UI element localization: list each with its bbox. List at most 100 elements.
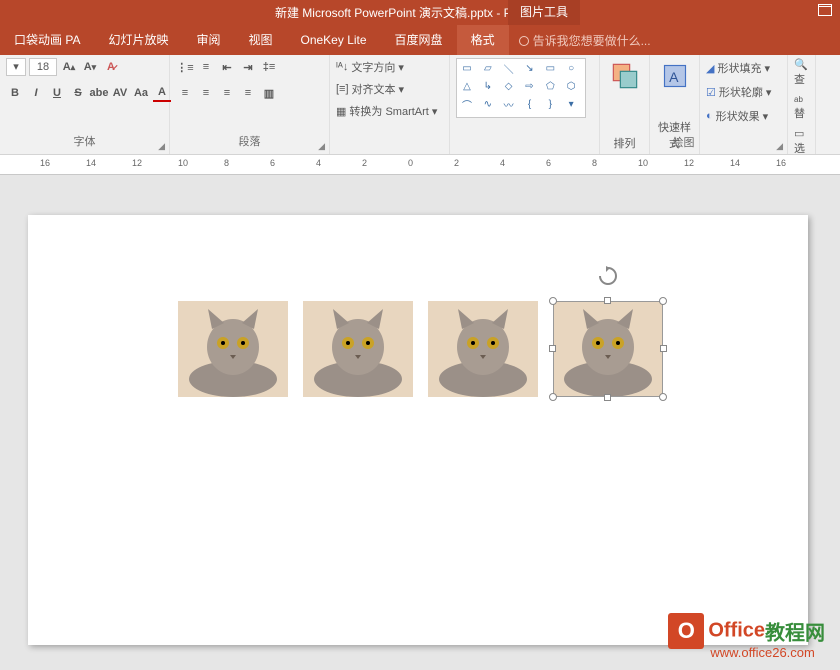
font-color-button[interactable]: A	[153, 84, 171, 102]
group-label-font: 字体	[6, 133, 163, 151]
align-left-button[interactable]: ≡	[176, 84, 194, 102]
handle-se[interactable]	[659, 393, 667, 401]
group-label-paragraph: 段落	[176, 133, 323, 151]
shape-more-icon[interactable]: ▾	[563, 98, 579, 112]
shape-connector-icon[interactable]: ↳	[480, 79, 496, 93]
strike-button[interactable]: S	[69, 84, 87, 102]
handle-nw[interactable]	[549, 297, 557, 305]
font-size-select[interactable]: 18	[29, 58, 57, 76]
shape-oval-icon[interactable]: ○	[563, 61, 579, 75]
text-direction-button[interactable]: ᴵᴬ↓文字方向 ▾	[336, 58, 404, 76]
smartart-icon: ▦	[336, 105, 346, 118]
group-paragraph: ⋮≡ ≡ ⇤ ⇥ ‡≡ ≡ ≡ ≡ ≡ ▥ 段落 ◢	[170, 55, 330, 154]
tab-format[interactable]: 格式	[457, 25, 509, 55]
shape-triangle-icon[interactable]: △	[459, 79, 475, 93]
outline-icon: ☑	[706, 86, 716, 99]
image-cat-3[interactable]	[428, 301, 538, 397]
font-family-select[interactable]: ▾	[6, 58, 26, 76]
shape-brace-r-icon[interactable]: }	[542, 98, 558, 112]
context-tool-label: 图片工具	[508, 0, 580, 25]
numbering-button[interactable]: ≡	[197, 58, 215, 76]
group-shapes: ▭ ▱ ＼ ↘ ▭ ○ △ ↳ ◇ ⇨ ⬠ ⬡ ⌒ ∿ 〰 {} ▾	[450, 55, 600, 154]
group-edit: 🔍 查 ab 替 ▭ 选 编	[788, 55, 816, 154]
italic-button[interactable]: I	[27, 84, 45, 102]
indent-dec-button[interactable]: ⇤	[218, 58, 236, 76]
shrink-font-button[interactable]: A▾	[81, 58, 99, 76]
tab-view[interactable]: 视图	[234, 25, 286, 55]
watermark: OOffice教程网 www.office26.com	[668, 613, 825, 660]
shape-diamond-icon[interactable]: ◇	[501, 79, 517, 93]
align-center-button[interactable]: ≡	[197, 84, 215, 102]
indent-inc-button[interactable]: ⇥	[239, 58, 257, 76]
paragraph-dialog-launcher[interactable]: ◢	[318, 141, 325, 152]
grow-font-button[interactable]: A▴	[60, 58, 78, 76]
group-shape-style: ◢形状填充 ▾ ☑形状轮廓 ▾ ◐形状效果 ▾ 绘图 ◢	[700, 55, 788, 154]
shape-pentagon-icon[interactable]: ⬠	[542, 79, 558, 93]
ribbon-tabs: 图片工具 口袋动画 PA 幻灯片放映 审阅 视图 OneKey Lite 百度网…	[0, 25, 840, 55]
handle-w[interactable]	[549, 345, 556, 352]
justify-button[interactable]: ≡	[239, 84, 257, 102]
shape-hex-icon[interactable]: ⬡	[563, 79, 579, 93]
shape-linearrow-icon[interactable]: ↘	[522, 61, 538, 75]
canvas-area[interactable]: OOffice教程网 www.office26.com	[0, 175, 840, 670]
selection-box[interactable]	[553, 301, 663, 397]
shape-effects-button[interactable]: ◐形状效果 ▾	[706, 106, 768, 126]
spacing-button[interactable]: AV	[111, 84, 129, 102]
clear-format-button[interactable]: A̷	[102, 58, 120, 76]
group-font: ▾ 18 A▴ A▾ A̷ B I U S abe AV Aa A 字体 ◢	[0, 55, 170, 154]
find-button[interactable]: 🔍 查	[794, 58, 809, 87]
shape-outline-button[interactable]: ☑形状轮廓 ▾	[706, 82, 771, 102]
select-button[interactable]: ▭ 选	[794, 127, 809, 156]
shape-arc-icon[interactable]: ∿	[480, 98, 496, 112]
image-cat-2[interactable]	[303, 301, 413, 397]
horizontal-ruler[interactable]: 16 14 12 10 8 6 4 2 0 2 4 6 8 10 12 14 1…	[0, 155, 840, 175]
shape-fill-button[interactable]: ◢形状填充 ▾	[706, 58, 770, 78]
handle-e[interactable]	[660, 345, 667, 352]
shape-wave-icon[interactable]: 〰	[501, 98, 517, 112]
handle-s[interactable]	[604, 394, 611, 401]
shape-arrow-icon[interactable]: ⇨	[522, 79, 538, 93]
tell-me[interactable]: 告诉我您想要做什么...	[519, 32, 651, 49]
shape-picture-icon[interactable]: ▱	[480, 61, 496, 75]
handle-ne[interactable]	[659, 297, 667, 305]
shadow-button[interactable]: abe	[90, 84, 108, 102]
replace-button[interactable]: ab 替	[794, 93, 809, 121]
shape-rect-icon[interactable]: ▭	[542, 61, 558, 75]
title-bar: 新建 Microsoft PowerPoint 演示文稿.pptx - Powe…	[0, 0, 840, 25]
shape-curve-icon[interactable]: ⌒	[459, 98, 475, 112]
image-cat-1[interactable]	[178, 301, 288, 397]
svg-text:A: A	[669, 69, 679, 85]
tab-baidu[interactable]: 百度网盘	[381, 25, 457, 55]
maximize-icon[interactable]	[818, 4, 832, 16]
shape-brace-l-icon[interactable]: {	[522, 98, 538, 112]
watermark-logo-icon: O	[668, 613, 704, 649]
group-label-draw: 绘图	[580, 134, 787, 152]
shape-textbox-icon[interactable]: ▭	[459, 61, 475, 75]
handle-n[interactable]	[604, 297, 611, 304]
case-button[interactable]: Aa	[132, 84, 150, 102]
handle-sw[interactable]	[549, 393, 557, 401]
draw-dialog-launcher[interactable]: ◢	[776, 141, 783, 152]
tab-slideshow[interactable]: 幻灯片放映	[94, 25, 182, 55]
text-direction-icon: ᴵᴬ↓	[336, 61, 348, 73]
underline-button[interactable]: U	[48, 84, 66, 102]
shapes-gallery[interactable]: ▭ ▱ ＼ ↘ ▭ ○ △ ↳ ◇ ⇨ ⬠ ⬡ ⌒ ∿ 〰 {} ▾	[456, 58, 586, 118]
effects-icon: ◐	[706, 110, 713, 122]
fill-icon: ◢	[706, 62, 714, 75]
rotate-handle[interactable]	[598, 266, 618, 286]
align-right-button[interactable]: ≡	[218, 84, 236, 102]
columns-button[interactable]: ▥	[260, 84, 278, 102]
line-spacing-button[interactable]: ‡≡	[260, 58, 278, 76]
tab-onekey[interactable]: OneKey Lite	[287, 25, 381, 55]
group-text-options: ᴵᴬ↓文字方向 ▾ [≡]对齐文本 ▾ ▦转换为 SmartArt ▾	[330, 55, 450, 154]
convert-smartart-button[interactable]: ▦转换为 SmartArt ▾	[336, 102, 437, 120]
tab-pocket-anim[interactable]: 口袋动画 PA	[0, 25, 94, 55]
shape-line-icon[interactable]: ＼	[501, 61, 517, 75]
bullets-button[interactable]: ⋮≡	[176, 58, 194, 76]
font-dialog-launcher[interactable]: ◢	[158, 141, 165, 152]
bold-button[interactable]: B	[6, 84, 24, 102]
tab-review[interactable]: 审阅	[182, 25, 234, 55]
align-text-button[interactable]: [≡]对齐文本 ▾	[336, 80, 404, 98]
quick-styles-icon: A	[661, 62, 689, 90]
slide[interactable]	[28, 215, 808, 645]
